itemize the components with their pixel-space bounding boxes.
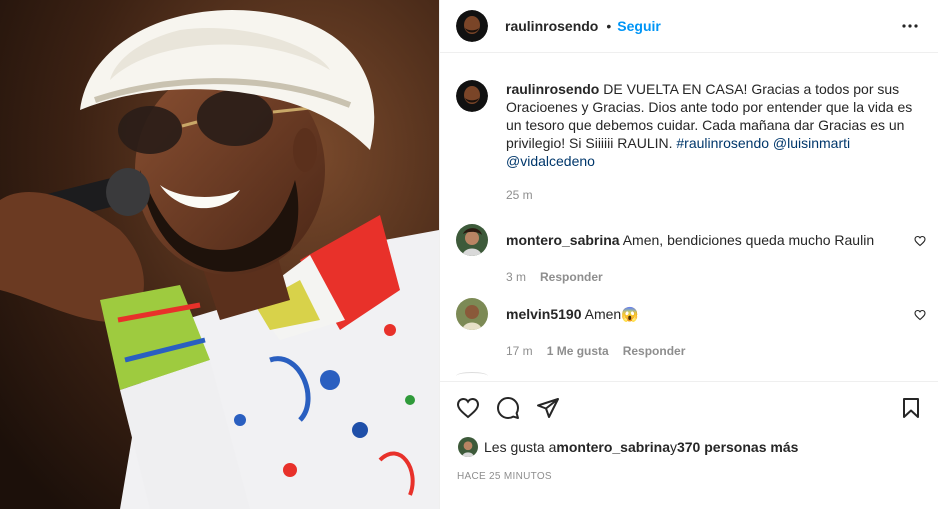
likes-middle: y	[669, 439, 677, 455]
likes-summary: Les gusta a montero_sabrina y 370 person…	[458, 437, 798, 457]
comment-text: Amen, bendiciones queda mucho Raulin	[622, 232, 875, 248]
comment-text: Amen😱	[584, 305, 639, 322]
send-icon[interactable]	[536, 396, 560, 420]
comment-likes-count[interactable]: 1 Me gusta	[547, 344, 609, 358]
comments-section: raulinrosendo DE VUELTA EN CASA! Gracias…	[440, 54, 938, 380]
commenter-avatar[interactable]	[456, 224, 488, 256]
follow-button[interactable]: Seguir	[617, 18, 661, 34]
author-avatar[interactable]	[456, 10, 488, 42]
commenter-username[interactable]: montero_sabrina	[506, 232, 620, 248]
post-panel: raulinrosendo • Seguir raulinrosendo DE …	[439, 0, 938, 509]
comment-item: melvin5190 Amen😱 17 m 1 Me gusta Respond…	[456, 298, 926, 358]
post-header: raulinrosendo • Seguir	[440, 0, 938, 53]
liker-avatar[interactable]	[458, 437, 478, 457]
caption-text: raulinrosendo DE VUELTA EN CASA! Gracias…	[506, 80, 926, 170]
caption: raulinrosendo DE VUELTA EN CASA! Gracias…	[456, 80, 926, 202]
comment-item: montero_sabrina Amen, bendiciones queda …	[456, 224, 926, 284]
likes-count[interactable]: 370 personas más	[677, 439, 798, 455]
caption-avatar[interactable]	[456, 80, 488, 112]
post-timestamp: HACE 25 MINUTOS	[457, 471, 552, 482]
likes-prefix: Les gusta a	[484, 439, 557, 455]
author-username[interactable]: raulinrosendo	[505, 18, 598, 34]
reply-button[interactable]: Responder	[540, 270, 603, 284]
post-photo	[0, 0, 439, 509]
caption-mention[interactable]: @luisinmarti	[773, 135, 850, 151]
comment-like-heart-icon[interactable]	[914, 308, 926, 321]
heart-icon[interactable]	[456, 396, 480, 420]
separator-dot: •	[606, 18, 612, 34]
caption-username[interactable]: raulinrosendo	[506, 81, 599, 97]
more-options-icon[interactable]	[901, 17, 919, 35]
comment-icon[interactable]	[496, 396, 520, 420]
comment-like-heart-icon[interactable]	[914, 234, 926, 247]
comment-age: 3 m	[506, 270, 527, 284]
bookmark-icon[interactable]	[899, 396, 923, 420]
caption-age: 25 m	[506, 188, 533, 202]
liker-username[interactable]: montero_sabrina	[556, 439, 670, 455]
caption-hashtag[interactable]: #raulinrosendo	[676, 135, 769, 151]
comment-age: 17 m	[506, 344, 533, 358]
next-comment-avatar-partial	[456, 372, 488, 380]
actions-bar: Les gusta a montero_sabrina y 370 person…	[440, 381, 938, 509]
commenter-username[interactable]: melvin5190	[506, 306, 582, 322]
caption-mention[interactable]: @vidalcedeno	[506, 153, 595, 169]
reply-button[interactable]: Responder	[623, 344, 686, 358]
commenter-avatar[interactable]	[456, 298, 488, 330]
